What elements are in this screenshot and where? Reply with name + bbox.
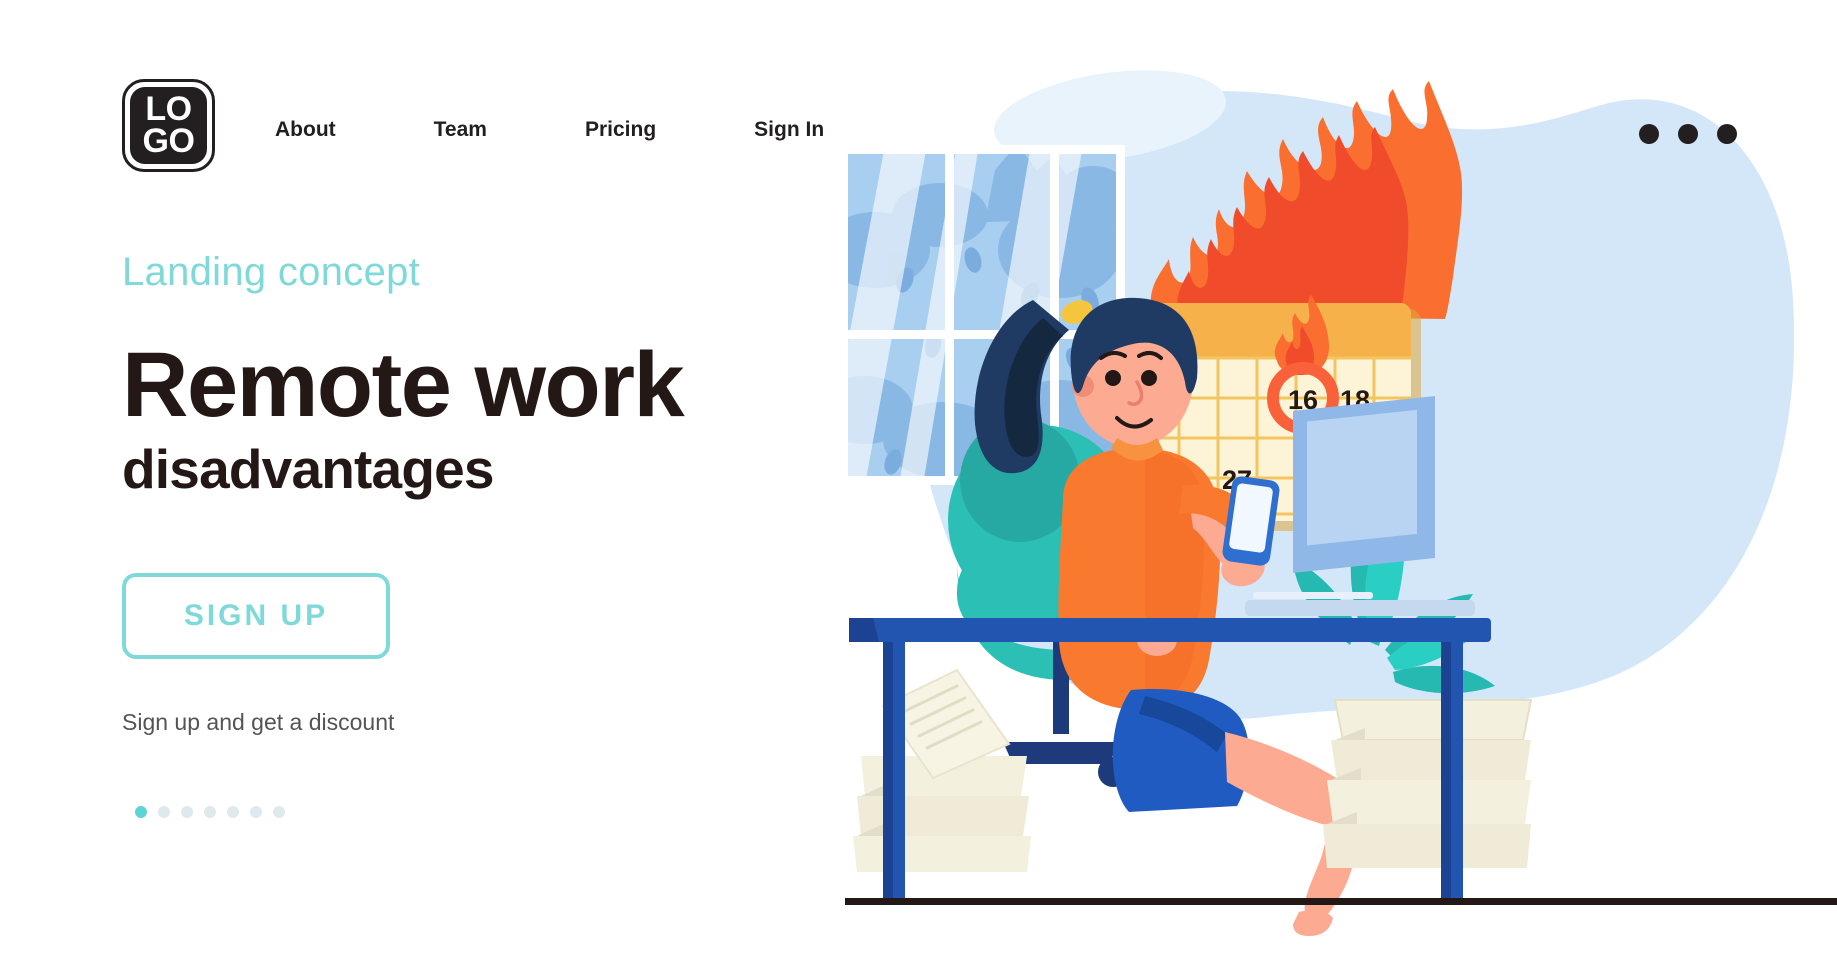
nav-item-pricing[interactable]: Pricing: [585, 118, 656, 142]
dot-2: [1678, 124, 1698, 144]
pagination-dot-7[interactable]: [273, 805, 285, 818]
pagination-dot-1[interactable]: [135, 805, 147, 818]
pagination-dot-4[interactable]: [204, 805, 216, 818]
dot-3: [1717, 124, 1737, 144]
logo-line-2: GO: [142, 121, 195, 160]
pagination-dot-6[interactable]: [250, 805, 262, 818]
logo-badge: LO GO: [130, 87, 207, 164]
hero-eyebrow: Landing concept: [122, 250, 421, 294]
dot-1: [1639, 124, 1659, 144]
paper-stack-right: [1323, 699, 1533, 868]
floor-line: [845, 898, 1837, 905]
page-title: Remote work: [122, 334, 685, 436]
nav-item-sign-in[interactable]: Sign In: [754, 118, 824, 142]
landing-page: LO GO About Team Pricing Sign In Landing…: [0, 0, 1837, 980]
sign-up-caption: Sign up and get a discount: [122, 708, 395, 735]
nav-item-about[interactable]: About: [275, 118, 336, 142]
carousel-pagination: [135, 805, 882, 818]
pagination-dot-2[interactable]: [158, 805, 170, 818]
logo[interactable]: LO GO: [122, 79, 215, 172]
nav-item-team[interactable]: Team: [434, 118, 487, 142]
sign-up-button[interactable]: SIGN UP: [122, 572, 390, 659]
main-nav: About Team Pricing Sign In: [275, 118, 824, 142]
site-header: LO GO About Team Pricing Sign In: [0, 0, 1837, 190]
pagination-dot-5[interactable]: [227, 805, 239, 818]
pagination-dot-3[interactable]: [181, 805, 193, 818]
logo-line-1: LO: [145, 90, 192, 129]
page-subtitle: disadvantages: [122, 438, 495, 500]
hero-content: Landing concept Remote work disadvantage…: [122, 250, 882, 818]
three-dots-icon[interactable]: [1639, 124, 1737, 144]
